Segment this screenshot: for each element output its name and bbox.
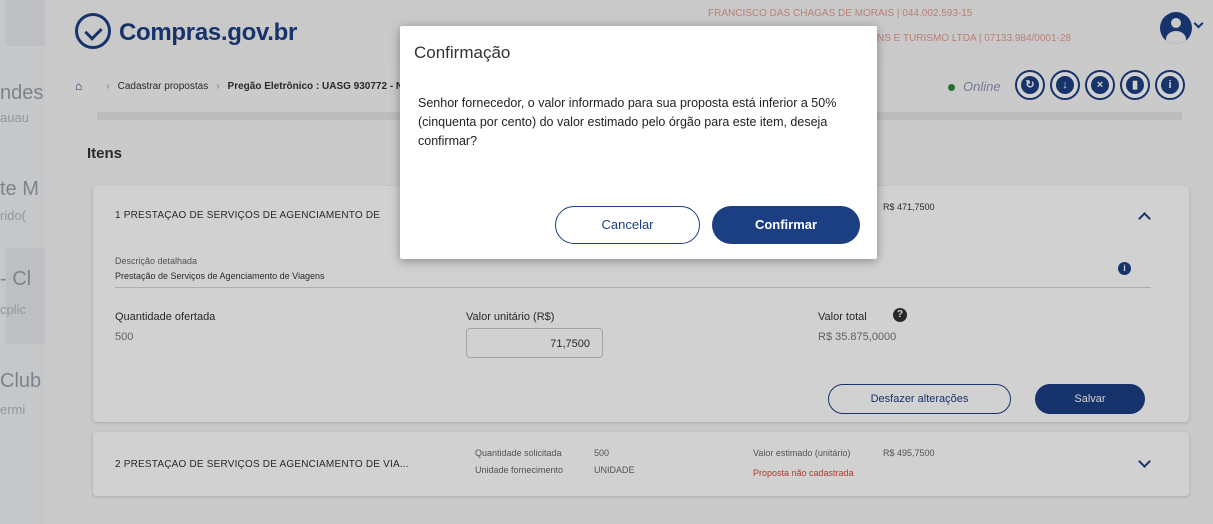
dialog-message: Senhor fornecedor, o valor informado par…	[418, 96, 837, 148]
dialog-title: Confirmação	[414, 43, 511, 62]
cancel-button[interactable]: Cancelar	[555, 206, 700, 244]
confirmation-dialog: Confirmação Senhor fornecedor, o valor i…	[400, 26, 877, 259]
confirm-button[interactable]: Confirmar	[712, 206, 860, 244]
